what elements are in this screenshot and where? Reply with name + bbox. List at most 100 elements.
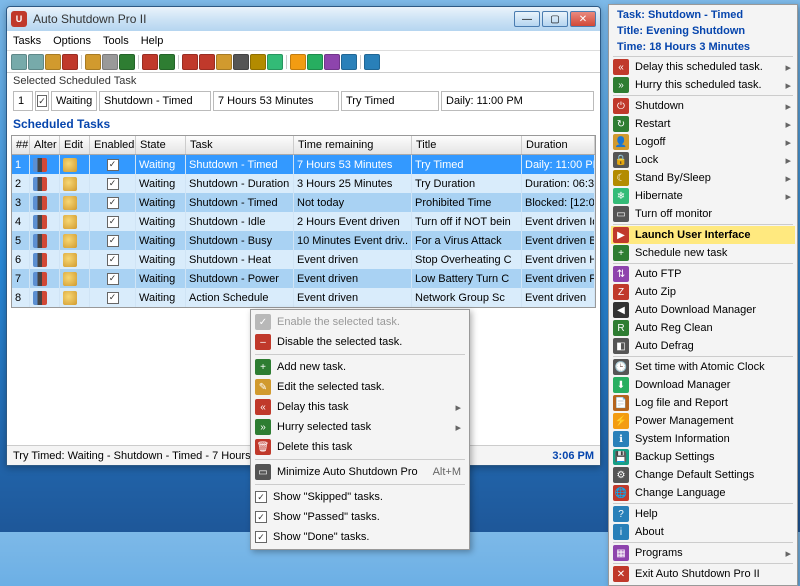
enabled-checkbox[interactable]: ✓ — [107, 197, 119, 209]
edit-icon[interactable] — [63, 158, 77, 172]
context-menu-item[interactable]: ▭Minimize Auto Shutdown ProAlt+M — [253, 462, 467, 482]
tray-menu-item[interactable]: RAuto Reg Clean — [611, 319, 795, 337]
col-num[interactable]: ## — [12, 136, 30, 154]
table-row[interactable]: 4✓WaitingShutdown - Idle2 Hours Event dr… — [12, 212, 595, 231]
toolbar-button[interactable] — [233, 54, 249, 70]
alter-icon[interactable] — [33, 158, 47, 172]
toolbar-button[interactable] — [142, 54, 158, 70]
tray-menu-item[interactable]: ❄Hibernate▸ — [611, 187, 795, 205]
col-time[interactable]: Time remaining — [294, 136, 412, 154]
tray-menu-item[interactable]: 💾Backup Settings — [611, 448, 795, 466]
table-row[interactable]: 5✓WaitingShutdown - Busy10 Minutes Event… — [12, 231, 595, 250]
toolbar-button[interactable] — [159, 54, 175, 70]
col-title[interactable]: Title — [412, 136, 522, 154]
toolbar-button[interactable] — [250, 54, 266, 70]
edit-icon[interactable] — [63, 196, 77, 210]
alter-icon[interactable] — [33, 234, 47, 248]
toolbar-button[interactable] — [364, 54, 380, 70]
col-alter[interactable]: Alter — [30, 136, 60, 154]
col-enabled[interactable]: Enabled — [90, 136, 136, 154]
tray-menu-item[interactable]: ▭Turn off monitor — [611, 205, 795, 223]
toolbar-button[interactable] — [11, 54, 27, 70]
tray-menu-item[interactable]: ⚡Power Management — [611, 412, 795, 430]
context-menu[interactable]: ✓Enable the selected task.–Disable the s… — [250, 309, 470, 550]
context-menu-item[interactable]: «Delay this task▸ — [253, 397, 467, 417]
minimize-button[interactable]: — — [514, 11, 540, 27]
toolbar-button[interactable] — [45, 54, 61, 70]
context-menu-item[interactable]: 🗑Delete this task — [253, 437, 467, 457]
context-menu-item[interactable]: ✓Show "Done" tasks. — [253, 527, 467, 547]
menu-options[interactable]: Options — [53, 35, 91, 47]
col-duration[interactable]: Duration — [522, 136, 595, 154]
tray-menu[interactable]: Task: Shutdown - TimedTitle: Evening Shu… — [608, 4, 798, 586]
tray-menu-item[interactable]: ◀Auto Download Manager — [611, 301, 795, 319]
edit-icon[interactable] — [63, 215, 77, 229]
close-button[interactable]: ✕ — [570, 11, 596, 27]
toolbar-button[interactable] — [62, 54, 78, 70]
toolbar-button[interactable] — [341, 54, 357, 70]
tray-menu-item[interactable]: 👤Logoff▸ — [611, 133, 795, 151]
edit-icon[interactable] — [63, 177, 77, 191]
context-menu-item[interactable]: +Add new task. — [253, 357, 467, 377]
edit-icon[interactable] — [63, 272, 77, 286]
enabled-checkbox[interactable]: ✓ — [107, 178, 119, 190]
col-task[interactable]: Task — [186, 136, 294, 154]
tray-menu-item[interactable]: ⇅Auto FTP — [611, 265, 795, 283]
menu-help[interactable]: Help — [141, 35, 164, 47]
edit-icon[interactable] — [63, 253, 77, 267]
tray-menu-item[interactable]: ◧Auto Defrag — [611, 337, 795, 355]
menu-tasks[interactable]: Tasks — [13, 35, 41, 47]
tray-menu-item[interactable]: ✕Exit Auto Shutdown Pro II — [611, 565, 795, 583]
context-menu-item[interactable]: ✓Show "Skipped" tasks. — [253, 487, 467, 507]
tray-menu-item[interactable]: 🕒Set time with Atomic Clock — [611, 358, 795, 376]
context-menu-item[interactable]: ✓Enable the selected task. — [253, 312, 467, 332]
table-row[interactable]: 8✓WaitingAction ScheduleEvent drivenNetw… — [12, 288, 595, 307]
toolbar-button[interactable] — [267, 54, 283, 70]
toolbar-button[interactable] — [199, 54, 215, 70]
table-row[interactable]: 2✓WaitingShutdown - Duration3 Hours 25 M… — [12, 174, 595, 193]
enabled-checkbox[interactable]: ✓ — [107, 292, 119, 304]
context-menu-item[interactable]: ✎Edit the selected task. — [253, 377, 467, 397]
alter-icon[interactable] — [33, 272, 47, 286]
alter-icon[interactable] — [33, 253, 47, 267]
tray-menu-item[interactable]: ⏻Shutdown▸ — [611, 97, 795, 115]
table-row[interactable]: 1✓WaitingShutdown - Timed7 Hours 53 Minu… — [12, 155, 595, 174]
enabled-checkbox[interactable]: ✓ — [107, 273, 119, 285]
col-edit[interactable]: Edit — [60, 136, 90, 154]
table-row[interactable]: 3✓WaitingShutdown - TimedNot todayProhib… — [12, 193, 595, 212]
enabled-checkbox[interactable]: ✓ — [107, 254, 119, 266]
enabled-checkbox[interactable]: ✓ — [107, 235, 119, 247]
toolbar-button[interactable] — [307, 54, 323, 70]
toolbar-button[interactable] — [119, 54, 135, 70]
tray-menu-item[interactable]: 📄Log file and Report — [611, 394, 795, 412]
edit-icon[interactable] — [63, 234, 77, 248]
tray-menu-item[interactable]: ▦Programs▸ — [611, 544, 795, 562]
tray-menu-item[interactable]: «Delay this scheduled task.▸ — [611, 58, 795, 76]
alter-icon[interactable] — [33, 215, 47, 229]
tray-menu-item[interactable]: ℹSystem Information — [611, 430, 795, 448]
col-state[interactable]: State — [136, 136, 186, 154]
tray-menu-item[interactable]: 🌐Change Language — [611, 484, 795, 502]
toolbar-button[interactable] — [85, 54, 101, 70]
menu-tools[interactable]: Tools — [103, 35, 129, 47]
tray-menu-item[interactable]: iAbout — [611, 523, 795, 541]
toolbar-button[interactable] — [28, 54, 44, 70]
context-menu-item[interactable]: ✓Show "Passed" tasks. — [253, 507, 467, 527]
edit-icon[interactable] — [63, 291, 77, 305]
alter-icon[interactable] — [33, 196, 47, 210]
toolbar-button[interactable] — [324, 54, 340, 70]
maximize-button[interactable]: ▢ — [542, 11, 568, 27]
tray-menu-item[interactable]: ZAuto Zip — [611, 283, 795, 301]
tray-menu-item[interactable]: ☾Stand By/Sleep▸ — [611, 169, 795, 187]
alter-icon[interactable] — [33, 177, 47, 191]
tray-menu-item[interactable]: ⬇Download Manager — [611, 376, 795, 394]
table-row[interactable]: 6✓WaitingShutdown - HeatEvent drivenStop… — [12, 250, 595, 269]
context-menu-item[interactable]: »Hurry selected task▸ — [253, 417, 467, 437]
tray-menu-item[interactable]: 🔒Lock▸ — [611, 151, 795, 169]
tray-menu-item[interactable]: ⚙Change Default Settings — [611, 466, 795, 484]
toolbar-button[interactable] — [182, 54, 198, 70]
titlebar[interactable]: U Auto Shutdown Pro II — ▢ ✕ — [7, 7, 600, 31]
toolbar-button[interactable] — [290, 54, 306, 70]
enabled-checkbox[interactable]: ✓ — [107, 216, 119, 228]
toolbar-button[interactable] — [102, 54, 118, 70]
